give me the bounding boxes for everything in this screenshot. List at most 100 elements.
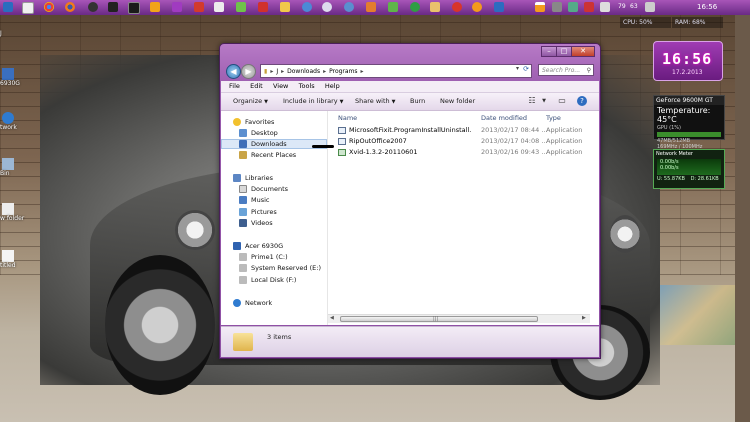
navigation-bar: ◀ ▶ ▮ ▸ J ▸ Downloads ▸ Programs ▸ ▾ ⟳ S… [226,63,594,79]
desktop-icon-new-folder[interactable]: w folder [0,203,24,222]
share-with-button[interactable]: Share with ▼ [355,97,395,105]
close-button[interactable]: ✕ [571,46,595,57]
start-icon[interactable] [3,2,13,12]
forward-button[interactable]: ▶ [241,64,256,79]
file-row[interactable]: RipOutOffice2007 2013/02/17 04:08 ... Ap… [336,136,591,147]
scroll-right-icon[interactable]: ▶ [582,315,586,321]
desktop-icon-computer[interactable]: 6930G [0,68,22,87]
tray-icon-2[interactable] [568,2,578,12]
blue-square-icon[interactable] [494,2,504,12]
tray-icon-4[interactable] [600,2,610,12]
firefox-icon[interactable] [65,2,75,12]
burn-button[interactable]: Burn [410,97,425,105]
chevron-down-icon[interactable]: ▼ [539,96,549,106]
orange-circle-icon[interactable] [472,2,482,12]
film-icon[interactable] [128,2,140,14]
desktop-icon-recycle-bin[interactable]: Bin [0,158,22,177]
search-icon[interactable]: ⚲ [587,65,591,77]
refresh-icon[interactable]: ⟳ [523,65,529,73]
nav-music[interactable]: Music [221,195,327,205]
explorer-icon[interactable] [22,2,34,14]
address-history-dropdown-icon[interactable]: ▾ [516,65,519,72]
nav-computer[interactable]: Acer 6930G [221,241,327,251]
nav-recent-places[interactable]: Recent Places [221,150,327,160]
include-in-library-button[interactable]: Include in library ▼ [283,97,344,105]
media-player-icon[interactable] [108,2,118,12]
red-circle-icon[interactable] [452,2,462,12]
nav-videos[interactable]: Videos [221,218,327,228]
nav-libraries[interactable]: Libraries [221,173,327,183]
greenshot-icon[interactable] [236,2,246,12]
horizontal-scrollbar[interactable]: ◀ ||| ▶ [328,314,590,323]
nav-drive-c-label: Prime1 (C:) [251,253,288,261]
column-header-type[interactable]: Type [546,114,561,122]
nav-desktop[interactable]: Desktop [221,128,327,138]
chrome-icon[interactable] [44,2,54,12]
pdf-icon[interactable] [194,2,204,12]
menu-tools[interactable]: Tools [299,81,315,92]
chevron-right-icon[interactable]: ▸ [323,68,326,75]
desktop-icon-untitled[interactable]: titled [0,250,22,269]
back-button[interactable]: ◀ [226,64,241,79]
search-input[interactable]: Search Pro... ⚲ [538,64,594,76]
breadcrumb-item[interactable]: Downloads [287,68,320,75]
file-row[interactable]: Xvid-1.3.2-20110601 2013/02/16 09:43 ...… [336,147,591,158]
menu-view[interactable]: View [273,81,288,92]
desktop-icon-network[interactable]: twork [0,112,22,131]
taskbar-clock[interactable]: 16:56 [697,3,717,11]
folder-icon[interactable] [280,2,290,12]
nav-drive-e[interactable]: System Reserved (E:) [221,263,327,273]
minimize-button[interactable]: – [541,46,557,57]
menu-help[interactable]: Help [325,81,340,92]
globe-icon[interactable] [344,2,354,12]
gpu-monitor-gadget[interactable]: GeForce 9600M GT Temperature: 45°C GPU (… [653,95,725,156]
preview-pane-icon[interactable]: ▭ [557,96,567,106]
organize-button[interactable]: Organize ▼ [233,97,268,105]
nav-libraries-label: Libraries [245,174,274,182]
paint-icon[interactable] [430,2,440,12]
nav-network[interactable]: Network [221,298,327,308]
network-meter-gadget[interactable]: Network Meter 0.00b/s 0.00b/s U: 55.87KB… [653,149,725,189]
chevron-right-icon[interactable]: ▸ [281,68,284,75]
volume-icon[interactable] [645,2,655,12]
column-header-date[interactable]: Date modified [481,114,527,122]
tray-icon-1[interactable] [552,2,562,12]
help-icon[interactable]: ? [577,96,587,106]
tool-icon[interactable] [366,2,376,12]
eye-icon[interactable] [322,2,332,12]
nav-drive-f[interactable]: Local Disk (F:) [221,275,327,285]
scroll-left-icon[interactable]: ◀ [330,315,334,321]
computer-icon [233,242,241,250]
itunes-icon[interactable] [88,2,98,12]
view-options-icon[interactable]: ☷ [527,96,537,106]
new-folder-button[interactable]: New folder [440,97,475,105]
nav-drive-c[interactable]: Prime1 (C:) [221,252,327,262]
file-row[interactable]: MicrosoftFixit.ProgramInstallUninstall.R… [336,125,591,136]
torrent-icon[interactable] [388,2,398,12]
explorer-window[interactable]: – □ ✕ ◀ ▶ ▮ ▸ J ▸ Downloads ▸ Programs ▸… [219,43,601,359]
notepad-icon[interactable] [214,2,224,12]
nav-documents[interactable]: Documents [221,184,327,194]
column-header-name[interactable]: Name [338,114,357,122]
menu-edit[interactable]: Edit [250,81,263,92]
scrollbar-thumb[interactable]: ||| [340,316,538,322]
nav-favorites[interactable]: Favorites [221,117,327,127]
menu-file[interactable]: File [229,81,240,92]
app-icon-orange[interactable] [150,2,160,12]
chevron-right-icon[interactable]: ▸ [361,68,364,75]
clock-gadget[interactable]: 16:56 17.2.2013 [653,41,723,81]
nav-downloads[interactable]: Downloads [221,139,327,149]
desktop-icon-j[interactable]: J [0,30,22,37]
breadcrumb-item[interactable]: J [276,68,278,75]
file-date: 2013/02/16 09:43 ... [481,148,548,156]
vlc-icon[interactable] [535,2,545,12]
mail-icon[interactable] [258,2,268,12]
maximize-button[interactable]: □ [556,46,572,57]
tray-icon-3[interactable] [584,2,594,12]
address-bar[interactable]: ▮ ▸ J ▸ Downloads ▸ Programs ▸ ▾ ⟳ [260,64,532,78]
app-icon-purple[interactable] [172,2,182,12]
network-app-icon[interactable] [302,2,312,12]
breadcrumb-item[interactable]: Programs [329,68,357,75]
green-ball-icon[interactable] [410,2,420,12]
nav-pictures[interactable]: Pictures [221,207,327,217]
